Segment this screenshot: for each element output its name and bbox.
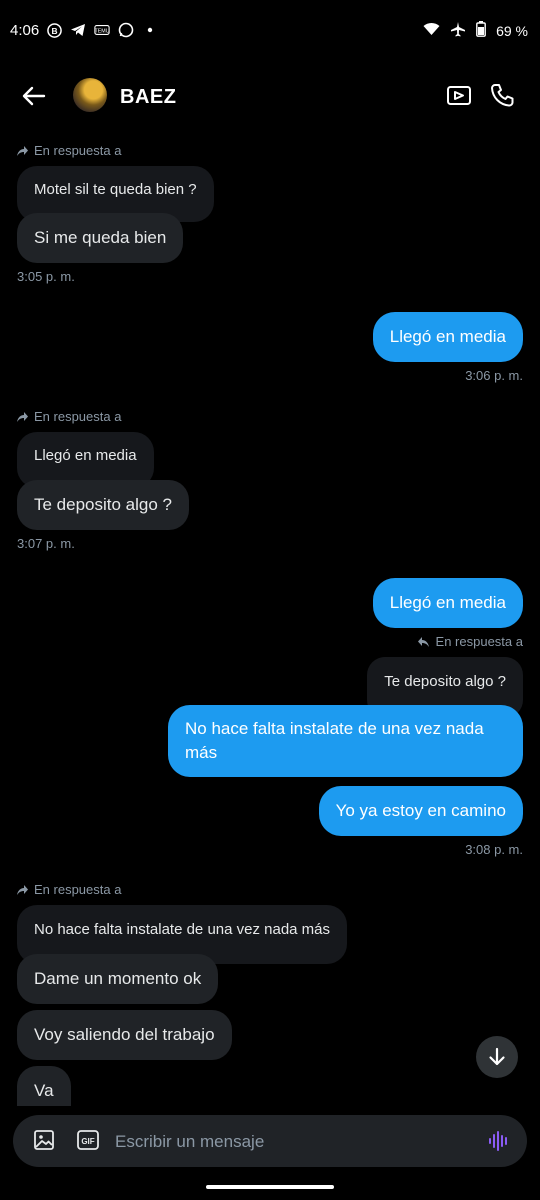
reply-indicator: En respuesta a <box>417 634 523 649</box>
temu-icon: TEMU <box>94 22 110 38</box>
scroll-to-bottom-button[interactable] <box>476 1036 518 1078</box>
image-attach-icon[interactable] <box>33 1129 55 1151</box>
b-circle-icon: B <box>46 22 62 38</box>
reply-indicator: En respuesta a <box>16 882 121 897</box>
incoming-message[interactable]: Voy saliendo del trabajo <box>17 1010 232 1060</box>
message-timestamp: 3:07 p. m. <box>17 536 75 551</box>
status-bar: 4:06 B TEMU 69 % <box>0 0 540 64</box>
contact-avatar[interactable] <box>73 78 107 112</box>
message-timestamp: 3:06 p. m. <box>465 368 523 383</box>
phone-call-icon[interactable] <box>489 82 515 108</box>
outgoing-message[interactable]: Llegó en media <box>372 312 523 362</box>
incoming-message[interactable]: Va <box>17 1066 71 1106</box>
more-notifications-dot-icon <box>142 22 158 38</box>
reply-arrow-icon <box>17 884 28 895</box>
arrow-down-icon <box>489 1047 505 1066</box>
outgoing-message[interactable]: Yo ya estoy en camino <box>318 786 523 836</box>
svg-text:GIF: GIF <box>81 1137 94 1146</box>
message-timestamp: 3:08 p. m. <box>465 842 523 857</box>
outgoing-message[interactable]: No hace falta instalate de una vez nada … <box>168 705 523 777</box>
incoming-message[interactable]: Te deposito algo ? <box>17 480 189 530</box>
reply-label-text: En respuesta a <box>435 634 523 649</box>
reply-arrow-icon <box>417 636 429 647</box>
whatsapp-icon <box>118 22 134 38</box>
svg-text:TEMU: TEMU <box>94 29 109 35</box>
system-icons: 69 % <box>423 21 528 40</box>
telegram-icon <box>70 22 86 38</box>
back-arrow-icon[interactable] <box>20 82 48 110</box>
incoming-message[interactable]: Si me queda bien <box>17 213 184 263</box>
conversation-header: BAEZ <box>0 64 540 128</box>
battery-percent: 69 % <box>496 22 528 39</box>
contact-name[interactable]: BAEZ <box>120 86 176 109</box>
reply-indicator: En respuesta a <box>16 143 121 158</box>
reply-arrow-icon <box>17 145 28 156</box>
airplane-mode-icon <box>450 21 466 40</box>
video-call-icon[interactable] <box>446 82 472 108</box>
message-timestamp: 3:05 p. m. <box>17 269 75 284</box>
reply-label-text: En respuesta a <box>34 882 122 897</box>
reply-label-text: En respuesta a <box>34 143 122 158</box>
voice-message-icon[interactable] <box>487 1129 511 1153</box>
svg-text:B: B <box>51 25 57 35</box>
message-composer: GIF <box>13 1115 527 1167</box>
notification-icons: B TEMU <box>46 22 158 38</box>
outgoing-message[interactable]: Llegó en media <box>372 578 523 628</box>
battery-icon <box>476 21 486 40</box>
incoming-message[interactable]: Dame un momento ok <box>17 954 219 1004</box>
message-input[interactable] <box>113 1125 477 1159</box>
wifi-icon <box>423 22 440 39</box>
home-indicator[interactable] <box>206 1185 334 1189</box>
reply-indicator: En respuesta a <box>16 409 121 424</box>
reply-arrow-icon <box>17 411 28 422</box>
reply-label-text: En respuesta a <box>34 409 122 424</box>
gif-icon[interactable]: GIF <box>77 1130 99 1150</box>
status-time: 4:06 <box>10 22 40 39</box>
